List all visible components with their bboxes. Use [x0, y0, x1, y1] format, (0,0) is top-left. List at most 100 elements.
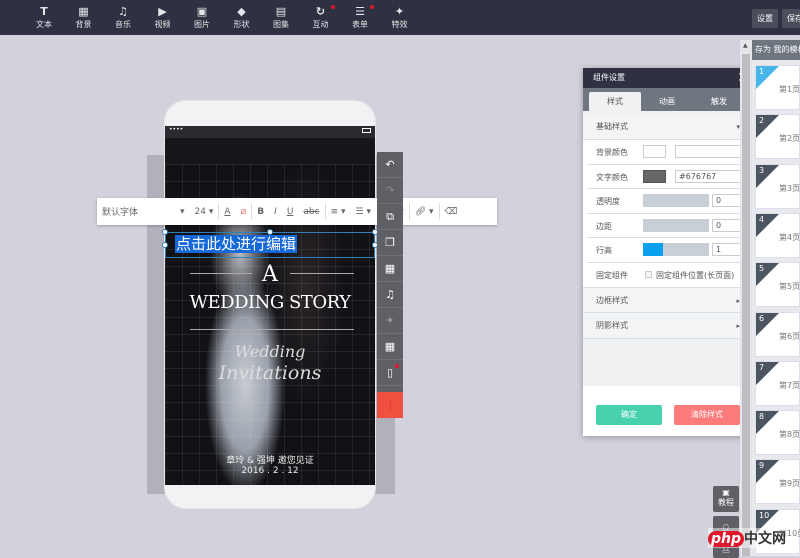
page-number: 8	[759, 412, 765, 422]
link-icon[interactable]: 🔗︎ ▾	[410, 207, 439, 217]
watermark-logo: php 中文网	[708, 528, 787, 548]
padding-slider[interactable]	[643, 218, 709, 232]
fixed-label: 固定组件	[596, 270, 628, 280]
toolbar-item-4[interactable]: ▣ 图片	[187, 5, 217, 30]
toolbar-icon: ▦	[78, 5, 89, 18]
page-number: 3	[759, 165, 765, 175]
mobile-preview-icon[interactable]: ▯	[377, 360, 403, 386]
toolbar-item-8[interactable]: ☰ 表单	[345, 5, 375, 30]
italic-icon[interactable]: I	[269, 207, 282, 217]
notification-dot	[330, 5, 335, 9]
title-a[interactable]: A	[165, 262, 375, 287]
couple-caption[interactable]: 章玲 & 强坤 邀您见证	[165, 453, 375, 466]
toolbar-icon: ♫	[118, 5, 128, 18]
tab-animation[interactable]: 动画	[641, 92, 693, 111]
page-thumbnail[interactable]: 4 第4页	[755, 212, 800, 258]
page-thumbnail[interactable]: 1 第1页	[755, 65, 800, 110]
scrollbar[interactable]: ▲	[740, 40, 752, 556]
underline-icon[interactable]: U	[282, 207, 299, 217]
page-thumbnail[interactable]: 7 第7页	[755, 360, 800, 406]
script-invitations[interactable]: Invitations	[165, 362, 375, 384]
text-color-input[interactable]: #676767	[675, 169, 741, 183]
page-number: 5	[759, 264, 765, 274]
eraser-icon[interactable]: ⌫	[440, 207, 463, 217]
toolbar-item-6[interactable]: ▤ 图集	[266, 5, 296, 30]
line-height-slider[interactable]	[643, 243, 709, 256]
fixed-checkbox[interactable]	[645, 270, 652, 278]
toolbar-label: 表单	[352, 20, 368, 29]
save-button[interactable]: 保存	[782, 9, 800, 28]
toolbar-item-7[interactable]: ↻ 互动	[306, 5, 336, 30]
page-number: 4	[759, 214, 765, 224]
toolbar-item-3[interactable]: ▶ 视频	[148, 5, 178, 30]
opacity-input[interactable]: 0	[712, 194, 741, 207]
text-color-icon[interactable]: A	[219, 207, 235, 217]
align-icon[interactable]: ≡ ▾	[326, 207, 351, 217]
grid-icon[interactable]: ▦	[377, 334, 403, 360]
page-label: 第2页	[779, 134, 800, 144]
opacity-slider[interactable]	[643, 194, 709, 207]
toolbar-item-1[interactable]: ▦ 背景	[69, 5, 99, 30]
save-as-template-button[interactable]: 存为 我的模板	[752, 40, 800, 60]
copy-page-icon[interactable]: ❐	[377, 230, 403, 256]
highlight-color-icon[interactable]: ⧄	[236, 207, 252, 217]
settings-button[interactable]: 设置	[752, 9, 778, 28]
page-thumbnail[interactable]: 6 第6页	[755, 311, 800, 357]
script-wedding[interactable]: Wedding	[165, 342, 375, 361]
page-thumbnail[interactable]: 3 第3页	[755, 163, 800, 209]
basic-style-section[interactable]: 基础样式 ▾	[583, 114, 754, 140]
font-select[interactable]: 默认字体	[97, 205, 175, 218]
component-settings-panel: 组件设置✕ 样式 动画 触发 基础样式▾ 背景颜色 文字颜色#676767 透明…	[583, 68, 754, 436]
bold-icon[interactable]: B	[252, 207, 269, 217]
line-height-input[interactable]: 1	[712, 243, 741, 256]
page-label: 第5页	[779, 282, 800, 292]
effects-icon[interactable]: ✦	[377, 308, 403, 334]
toolbar-icon: ▤	[275, 5, 287, 18]
page-thumbnail[interactable]: 2 第2页	[755, 114, 800, 160]
vertical-toolbar: ↶ ↷ ⧉ ❐ ▦ ♫ ✦ ▦ ▯ ❗	[377, 152, 403, 418]
toolbar-item-0[interactable]: T 文本	[29, 5, 59, 30]
bg-color-input[interactable]	[675, 145, 741, 158]
strikethrough-icon[interactable]: abc	[298, 207, 324, 217]
shadow-style-section[interactable]: 阴影样式 ▸	[583, 313, 754, 339]
date-caption[interactable]: 2016 . 2 . 12	[165, 466, 375, 476]
music-icon[interactable]: ♫	[377, 282, 403, 308]
page-thumbnail[interactable]: 9 第9页	[755, 459, 800, 505]
padding-input[interactable]: 0	[712, 218, 741, 232]
tab-style[interactable]: 样式	[589, 92, 641, 111]
font-size-select[interactable]: 24 ▾	[190, 207, 219, 217]
bg-color-label: 背景颜色	[596, 148, 628, 157]
selected-text[interactable]: 点击此处进行编辑	[175, 235, 298, 253]
font-select-arrow[interactable]: ▾	[175, 207, 190, 217]
toolbar-icon: ✦	[394, 5, 405, 18]
tab-trigger[interactable]: 触发	[693, 92, 745, 111]
page-label: 第9页	[779, 479, 800, 489]
layout-icon[interactable]: ▦	[377, 256, 403, 282]
toolbar-item-5[interactable]: ◆ 形状	[227, 5, 257, 30]
selected-text-box[interactable]: 点击此处进行编辑	[165, 232, 375, 258]
tutorial-button[interactable]: ▣ 教程	[713, 486, 739, 512]
copy-icon[interactable]: ⧉	[377, 204, 403, 230]
toolbar-label: 背景	[75, 20, 92, 29]
toolbar-label: 特效	[391, 20, 408, 29]
divider	[190, 329, 354, 330]
confirm-button[interactable]: 确定	[596, 405, 662, 425]
bg-color-swatch[interactable]	[643, 145, 666, 158]
panel-title: 组件设置	[593, 73, 625, 82]
toolbar-item-9[interactable]: ✦ 特效	[385, 5, 415, 30]
list-icon[interactable]: ☰ ▾	[351, 207, 376, 217]
toolbar-icon: T	[40, 5, 48, 18]
alert-icon[interactable]: ❗	[377, 392, 403, 418]
clear-style-button[interactable]: 清除样式	[674, 405, 740, 425]
page-list: 存为 我的模板 1 第1页 2 第2页 3 第3页 4 第4页 5 第5页 6 第6页 7 第7页 8 第8页…	[752, 40, 800, 556]
page-thumbnail[interactable]: 5 第5页	[755, 262, 800, 308]
text-color-swatch[interactable]	[643, 169, 666, 183]
toolbar-item-2[interactable]: ♫ 音乐	[108, 5, 138, 30]
undo-icon[interactable]: ↶	[377, 152, 403, 178]
title-wedding-story[interactable]: WEDDING STORY	[165, 292, 375, 313]
border-style-section[interactable]: 边框样式 ▸	[583, 287, 754, 313]
page-label: 第6页	[779, 331, 800, 341]
redo-icon[interactable]: ↷	[377, 178, 403, 204]
top-toolbar: T 文本 ▦ 背景 ♫ 音乐 ▶ 视频 ▣ 图片 ◆ 形状 ▤ 图集 ↻ 互动 ☰ 表单 ✦ 特效 设置 保存	[0, 0, 800, 35]
page-thumbnail[interactable]: 8 第8页	[755, 410, 800, 456]
